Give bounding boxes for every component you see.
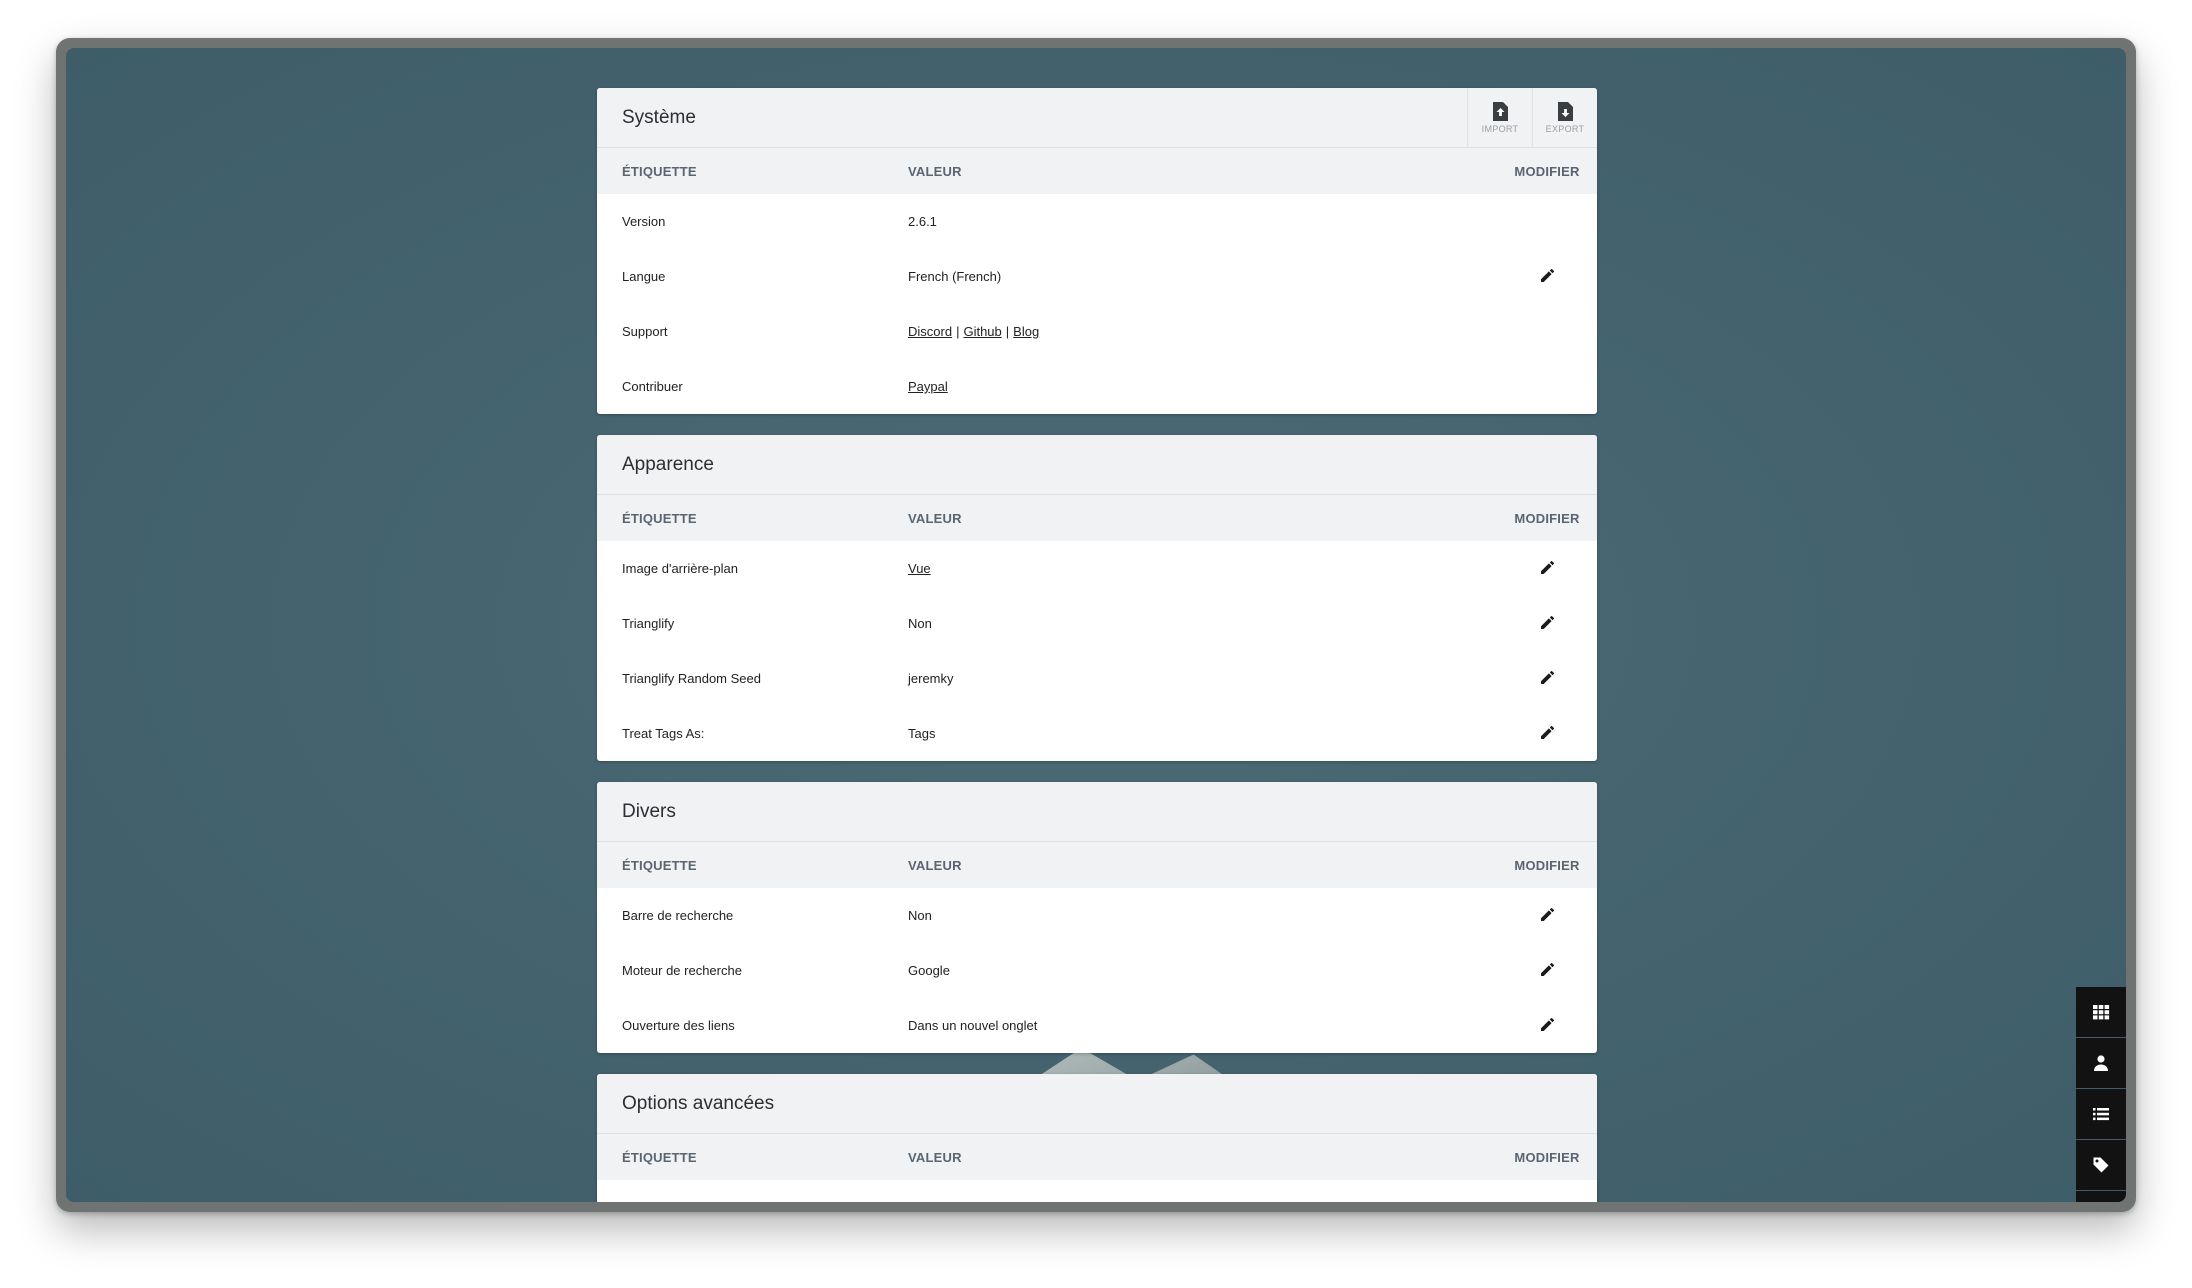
misc-title: Divers: [622, 800, 676, 822]
row-value: Tags: [908, 726, 936, 741]
appearance-column-headers: ÉTIQUETTE VALEUR MODIFIER: [597, 495, 1597, 541]
table-row: Trianglify Non: [597, 596, 1597, 651]
pencil-icon[interactable]: [1540, 907, 1554, 921]
file-download-icon: [1557, 101, 1573, 121]
row-value: Paypal: [908, 379, 1497, 394]
col-label-header: ÉTIQUETTE: [622, 1149, 697, 1165]
row-value: 2.6.1: [908, 214, 937, 229]
grid-icon: [2093, 1005, 2110, 1020]
row-value: Dans un nouvel onglet: [908, 1018, 1038, 1033]
pencil-icon[interactable]: [1540, 962, 1554, 976]
pencil-icon[interactable]: [1540, 725, 1554, 739]
import-label: IMPORT: [1481, 123, 1519, 134]
table-row: Moteur de recherche Google: [597, 943, 1597, 998]
pencil-icon[interactable]: [1540, 670, 1554, 684]
export-button[interactable]: EXPORT: [1532, 88, 1597, 147]
appearance-card-header: Apparence: [597, 435, 1597, 495]
export-label: EXPORT: [1545, 123, 1585, 134]
table-row: Trianglify Random Seed jeremky: [597, 651, 1597, 706]
system-card: Système IMPORT EXPORT ÉTIQUETTE VALEUR M…: [597, 88, 1597, 414]
table-row: Treat Tags As: Tags: [597, 706, 1597, 761]
pencil-icon[interactable]: [1540, 1017, 1554, 1031]
row-value: French (French): [908, 269, 1002, 284]
row-label: Support: [622, 324, 668, 339]
system-title: Système: [622, 106, 696, 128]
apps-button[interactable]: [2076, 987, 2126, 1037]
misc-card-header: Divers: [597, 782, 1597, 842]
row-label: Version: [622, 214, 666, 229]
items-button[interactable]: [2076, 1089, 2126, 1139]
advanced-column-headers: ÉTIQUETTE VALEUR MODIFIER: [597, 1134, 1597, 1180]
row-label: Moteur de recherche: [622, 963, 742, 978]
col-label-header: ÉTIQUETTE: [622, 163, 697, 179]
separator: |: [1005, 324, 1010, 339]
paypal-link[interactable]: Paypal: [908, 379, 948, 394]
table-row: Barre de recherche Non: [597, 888, 1597, 943]
table-row: Support Discord | Github | Blog: [597, 304, 1597, 359]
table-row: Langue French (French): [597, 249, 1597, 304]
table-row: Contribuer Paypal: [597, 359, 1597, 414]
system-card-header: Système IMPORT EXPORT: [597, 88, 1597, 148]
col-edit-header: MODIFIER: [1514, 510, 1580, 526]
discord-link[interactable]: Discord: [908, 324, 952, 339]
system-column-headers: ÉTIQUETTE VALEUR MODIFIER: [597, 148, 1597, 194]
settings-button[interactable]: [2076, 1191, 2126, 1202]
pencil-icon[interactable]: [1540, 560, 1554, 574]
table-row: Version 2.6.1: [597, 194, 1597, 249]
tag-icon: [2093, 1157, 2109, 1173]
col-value-header: VALEUR: [908, 510, 962, 526]
pencil-icon[interactable]: [1540, 615, 1554, 629]
side-toolbar: [2076, 987, 2126, 1202]
row-value: Vue: [908, 561, 1497, 576]
row-label: Treat Tags As:: [622, 726, 705, 741]
row-label: Trianglify Random Seed: [622, 671, 761, 686]
advanced-title: Options avancées: [622, 1092, 775, 1114]
table-row: Ouverture des liens Dans un nouvel ongle…: [597, 998, 1597, 1053]
import-button[interactable]: IMPORT: [1467, 88, 1532, 147]
browser-window: Système IMPORT EXPORT ÉTIQUETTE VALEUR M…: [56, 38, 2136, 1212]
col-edit-header: MODIFIER: [1514, 163, 1580, 179]
col-edit-header: MODIFIER: [1514, 1149, 1580, 1165]
github-link[interactable]: Github: [963, 324, 1001, 339]
separator: |: [956, 324, 960, 339]
appearance-card: Apparence ÉTIQUETTE VALEUR MODIFIER Imag…: [597, 435, 1597, 761]
row-label: Trianglify: [622, 616, 675, 631]
appearance-title: Apparence: [622, 453, 714, 475]
misc-column-headers: ÉTIQUETTE VALEUR MODIFIER: [597, 842, 1597, 888]
background-image-link[interactable]: Vue: [908, 561, 931, 576]
pencil-icon[interactable]: [1540, 268, 1554, 282]
file-upload-icon: [1492, 101, 1508, 121]
row-value: Google: [908, 963, 950, 978]
col-label-header: ÉTIQUETTE: [622, 857, 697, 873]
header-actions: IMPORT EXPORT: [1467, 88, 1597, 147]
settings-content: Système IMPORT EXPORT ÉTIQUETTE VALEUR M…: [597, 88, 1597, 1202]
advanced-card: Options avancées ÉTIQUETTE VALEUR MODIFI…: [597, 1074, 1597, 1202]
row-label: Contribuer: [622, 379, 683, 394]
row-label: Barre de recherche: [622, 908, 734, 923]
blog-link[interactable]: Blog: [1013, 324, 1039, 339]
col-edit-header: MODIFIER: [1514, 857, 1580, 873]
row-value: Non: [908, 908, 932, 923]
row-label: Langue: [622, 269, 666, 284]
row-label: Ouverture des liens: [622, 1018, 735, 1033]
table-row: Image d'arrière-plan Vue: [597, 541, 1597, 596]
users-button[interactable]: [2076, 1038, 2126, 1088]
row-value: Discord | Github | Blog: [908, 324, 1497, 339]
col-label-header: ÉTIQUETTE: [622, 510, 697, 526]
list-icon: [2093, 1108, 2109, 1121]
col-value-header: VALEUR: [908, 857, 962, 873]
row-value: Non: [908, 616, 932, 631]
advanced-card-header: Options avancées: [597, 1074, 1597, 1134]
app-background: Système IMPORT EXPORT ÉTIQUETTE VALEUR M…: [66, 48, 2126, 1202]
misc-card: Divers ÉTIQUETTE VALEUR MODIFIER Barre d…: [597, 782, 1597, 1053]
tags-button[interactable]: [2076, 1140, 2126, 1190]
col-value-header: VALEUR: [908, 163, 962, 179]
user-icon: [2094, 1055, 2108, 1071]
col-value-header: VALEUR: [908, 1149, 962, 1165]
row-label: Image d'arrière-plan: [622, 561, 738, 576]
row-value: jeremky: [908, 671, 954, 686]
